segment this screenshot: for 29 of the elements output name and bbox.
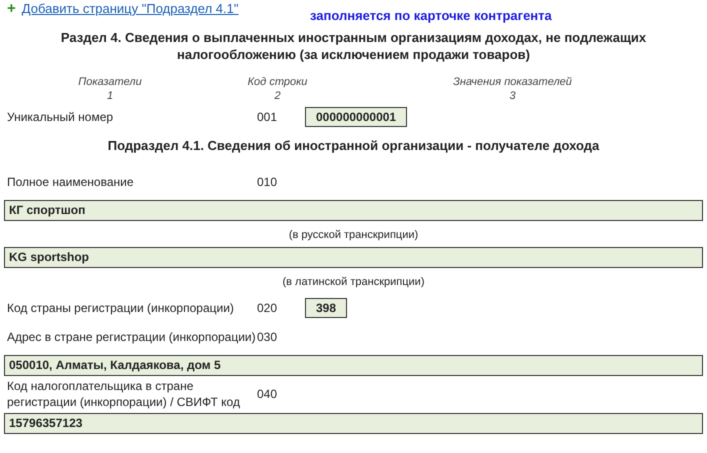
value-field[interactable]: 050010, Алматы, Калдаякова, дом 5	[4, 355, 703, 376]
column-title: Код строки	[246, 75, 308, 89]
field-label: Код страны регистрации (инкорпорации)	[7, 300, 235, 316]
add-page-link[interactable]: + Добавить страницу "Подраздел 4.1"	[7, 0, 238, 17]
field-caption: (в латинской транскрипции)	[281, 275, 426, 290]
value-field[interactable]: 000000000001	[305, 107, 408, 127]
value-field[interactable]: KG sportshop	[4, 247, 703, 268]
fill-note: заполняется по карточке контрагента	[310, 8, 552, 23]
column-number: 2	[273, 89, 282, 103]
column-number: 1	[106, 89, 114, 103]
field-caption: (в русской транскрипции)	[288, 228, 420, 243]
value-field[interactable]: КГ спортшоп	[4, 200, 703, 221]
line-code: 020	[257, 301, 278, 315]
section-title: Раздел 4. Сведения о выплаченных иностранным организациям доходах, не подлежащих налогообложению (за исключением продажи товаров)	[60, 29, 648, 63]
column-title: Показатели	[77, 75, 143, 89]
line-code: 030	[257, 330, 278, 344]
subsection-title: Подраздел 4.1. Сведения об иностранной организации - получателе дохода	[106, 138, 600, 153]
field-label: Адрес в стране регистрации (инкорпорации)	[7, 329, 257, 345]
field-label: Полное наименование	[7, 174, 134, 190]
value-field[interactable]: 15796357123	[4, 413, 703, 434]
line-code: 010	[257, 175, 278, 189]
column-title: Значения показателей	[452, 75, 573, 89]
value-field[interactable]: 398	[305, 298, 348, 318]
field-label: Уникальный номер	[7, 109, 114, 125]
field-label: Код налогоплательщика в стране регистрации (инкорпорации) / СВИФТ код	[7, 378, 241, 410]
line-code: 040	[257, 387, 278, 401]
column-number: 3	[508, 89, 517, 103]
plus-icon: +	[7, 0, 16, 17]
line-code: 001	[257, 110, 278, 124]
